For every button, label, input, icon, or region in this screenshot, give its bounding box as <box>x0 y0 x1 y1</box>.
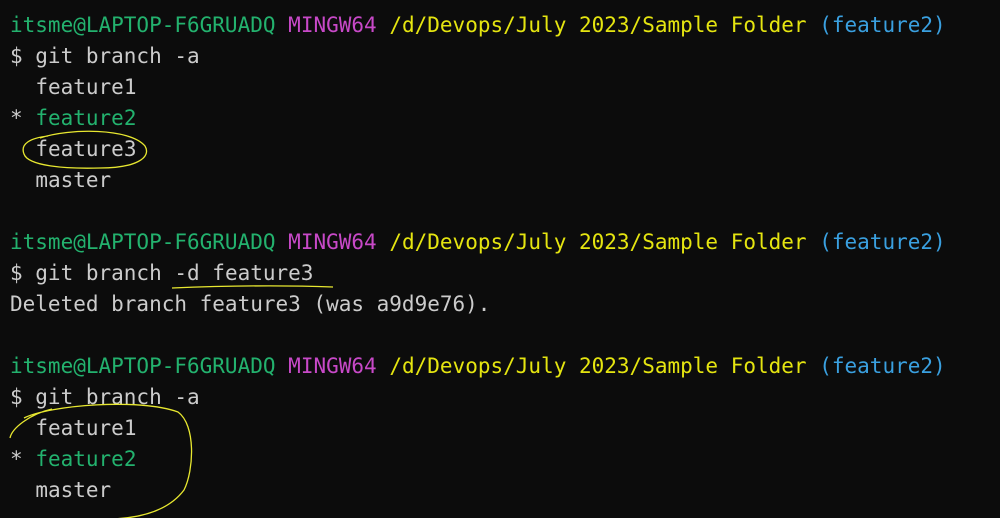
prompt-line: itsme@LAPTOP-F6GRUADQ MINGW64 /d/Devops/… <box>10 227 995 258</box>
command-args: -d feature3 <box>174 261 314 285</box>
branch-name: master <box>35 478 112 502</box>
prompt-system: MINGW64 <box>288 13 377 37</box>
branch-name: feature1 <box>35 416 137 440</box>
prompt-user-host: itsme@LAPTOP-F6GRUADQ <box>10 230 276 254</box>
branch-list-item-current: * feature2 <box>10 106 137 130</box>
branch-list-item: master <box>10 165 995 196</box>
command-line: $ git branch -a <box>10 385 200 409</box>
branch-name: feature1 <box>35 75 137 99</box>
prompt-system: MINGW64 <box>288 230 377 254</box>
prompt-user-host: itsme@LAPTOP-F6GRUADQ <box>10 13 276 37</box>
branch-name: feature2 <box>35 106 137 130</box>
prompt-path: /d/Devops/July 2023/Sample Folder <box>389 230 807 254</box>
command-line: $ git branch -d feature3 <box>10 258 995 289</box>
branch-list-item: feature3 <box>10 134 995 165</box>
prompt-branch: (feature2) <box>819 354 946 378</box>
branch-list-item: feature1 <box>10 413 995 444</box>
prompt-line: itsme@LAPTOP-F6GRUADQ MINGW64 /d/Devops/… <box>10 10 995 41</box>
prompt-system: MINGW64 <box>288 354 377 378</box>
terminal-window[interactable]: itsme@LAPTOP-F6GRUADQ MINGW64 /d/Devops/… <box>10 10 995 506</box>
branch-list-item-current: * feature2 <box>10 447 137 471</box>
branch-list-item: master <box>10 475 995 506</box>
prompt-line: itsme@LAPTOP-F6GRUADQ MINGW64 /d/Devops/… <box>10 351 995 382</box>
branch-name: master <box>35 168 112 192</box>
branch-name: feature2 <box>35 447 137 471</box>
prompt-branch: (feature2) <box>819 13 946 37</box>
branch-list-item: feature1 <box>10 72 995 103</box>
prompt-path: /d/Devops/July 2023/Sample Folder <box>389 354 807 378</box>
command-result: Deleted branch feature3 (was a9d9e76). <box>10 292 491 316</box>
command-prefix: $ git branch <box>10 261 162 285</box>
branch-name: feature3 <box>35 137 137 161</box>
prompt-path: /d/Devops/July 2023/Sample Folder <box>389 13 807 37</box>
prompt-branch: (feature2) <box>819 230 946 254</box>
prompt-user-host: itsme@LAPTOP-F6GRUADQ <box>10 354 276 378</box>
command-line: $ git branch -a <box>10 44 200 68</box>
